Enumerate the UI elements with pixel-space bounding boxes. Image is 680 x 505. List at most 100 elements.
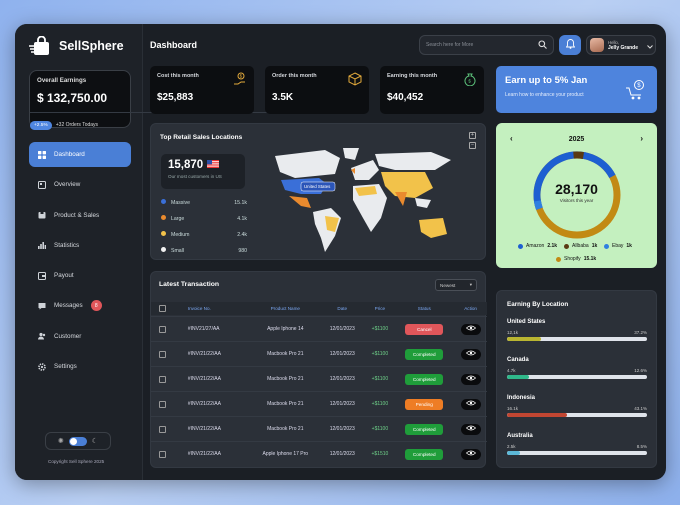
theme-switcher: ✺ ☾ <box>45 432 111 450</box>
sidebar-item-settings[interactable]: Settings <box>29 354 143 379</box>
sidebar-item-product-sales[interactable]: Product & Sales <box>29 203 143 228</box>
table-row[interactable]: #INV21/27/AA Apple Iphone 14 12/01/2023 +$1… <box>151 316 487 341</box>
table-row[interactable]: #INV/21/22/AA Macbook Pro 21 12/01/2023 +$1… <box>151 416 487 441</box>
table-row[interactable]: #INV/21/22/AA Macbook Pro 21 12/01/2023 +$1… <box>151 366 487 391</box>
promo-banner[interactable]: Earn up to 5% Jan Learn how to enhance y… <box>496 66 657 113</box>
sidebar-item-customer[interactable]: Customer <box>29 324 143 349</box>
zoom-in-button[interactable]: + <box>469 132 476 139</box>
legend-label: Amazon <box>526 243 545 249</box>
location-progress-bar <box>507 413 647 417</box>
sidebar-item-messages[interactable]: Messages 8 <box>29 293 143 318</box>
date-cell: 12/01/2023 <box>329 351 355 357</box>
bell-icon <box>565 36 575 54</box>
eye-icon <box>465 425 476 433</box>
location-item: Indonesia 16.1k 43.1% <box>507 395 647 417</box>
row-checkbox[interactable] <box>159 450 166 458</box>
search-icon[interactable] <box>538 39 547 51</box>
next-year-button[interactable]: › <box>640 134 643 143</box>
sidebar-item-label: Dashboard <box>54 151 85 158</box>
money-bag-icon: $ <box>463 72 477 87</box>
map-india <box>395 192 407 206</box>
theme-toggle[interactable] <box>68 436 87 446</box>
location-name: Australia <box>507 433 533 439</box>
column-header: Product Name <box>270 306 300 311</box>
sort-select[interactable]: Newest ▾ <box>435 279 477 291</box>
chevron-down-icon <box>647 36 653 54</box>
price-cell: +$1510 <box>371 451 389 457</box>
user-menu[interactable]: Hello, Jelly Grande <box>586 35 656 55</box>
year-label: 2025 <box>568 136 585 143</box>
date-cell: 12/01/2023 <box>329 376 355 382</box>
location-percent: 12.6% <box>634 368 647 373</box>
column-header: Invoice No. <box>187 306 211 311</box>
view-button[interactable] <box>460 423 481 435</box>
earnings-change-badge: +2.5% <box>30 120 52 130</box>
price-cell: +$1100 <box>371 326 389 332</box>
view-button[interactable] <box>460 323 481 335</box>
invoice-cell: #INV/21/22/AA <box>187 351 221 357</box>
gear-icon <box>38 362 46 371</box>
legend-label: Large <box>171 216 185 222</box>
search-input[interactable]: Search here for More <box>419 35 554 55</box>
date-cell: 12/01/2023 <box>329 326 355 332</box>
price-cell: +$1100 <box>371 351 389 357</box>
location-percent: 43.1% <box>634 406 647 411</box>
money-hand-icon: $ <box>233 72 247 86</box>
sun-icon[interactable]: ✺ <box>58 437 64 445</box>
invoice-cell: #INV/21/22/AA <box>187 376 221 382</box>
grid-icon <box>38 150 46 159</box>
legend-value: 1k <box>591 243 598 249</box>
row-checkbox[interactable] <box>159 375 166 383</box>
location-progress-fill <box>507 337 541 341</box>
table-row[interactable]: #INV/21/22/AA Apple Iphone 17 Pro 12/01/20… <box>151 441 487 466</box>
row-checkbox[interactable] <box>159 400 166 408</box>
message-icon <box>38 302 46 310</box>
table-row[interactable]: #INV/21/22/AA Macbook Pro 21 12/01/2023 +$1… <box>151 391 487 416</box>
location-progress-bar <box>507 375 647 379</box>
legend-label: Shopify <box>564 256 581 262</box>
price-cell: +$1100 <box>371 401 389 407</box>
map-tooltip-label: United States <box>304 184 331 189</box>
sidebar-item-label: Settings <box>54 363 77 371</box>
map-australia <box>419 218 447 238</box>
zoom-out-button[interactable]: − <box>469 142 476 149</box>
legend-label: Medium <box>171 232 190 238</box>
row-checkbox[interactable] <box>159 350 166 358</box>
legend-label: Allbaba <box>572 243 589 249</box>
bar-chart-icon <box>38 241 46 250</box>
price-cell: +$1100 <box>371 426 389 432</box>
sidebar-item-statistics[interactable]: Statistics <box>29 233 143 258</box>
brand-logo[interactable]: SellSphere <box>29 35 124 56</box>
top-visitors-box: 15,870 Our most customers in US <box>161 154 245 189</box>
row-checkbox[interactable] <box>159 325 166 333</box>
view-button[interactable] <box>460 398 481 410</box>
world-map[interactable]: United States <box>255 146 455 256</box>
moon-icon[interactable]: ☾ <box>92 437 98 445</box>
sidebar-item-label: Payout <box>54 272 74 280</box>
row-checkbox[interactable] <box>159 425 166 433</box>
earnings-title: Overall Earnings <box>37 77 87 84</box>
legend-item: Medium 2.4k <box>161 231 247 238</box>
status-badge: Cancel <box>405 323 444 335</box>
view-button[interactable] <box>460 448 481 460</box>
price-cell: +$1100 <box>371 376 389 382</box>
map-asia <box>381 172 433 198</box>
view-button[interactable] <box>460 348 481 360</box>
sort-value: Newest <box>440 282 456 288</box>
svg-text:$: $ <box>637 83 641 89</box>
view-button[interactable] <box>460 373 481 385</box>
legend-item: Amazon 2.1k <box>518 243 557 249</box>
latest-transactions-card: Latest Transaction Newest ▾ Invoice No. … <box>150 271 487 468</box>
sidebar-item-label: Messages <box>54 302 83 310</box>
table-row[interactable]: #INV/21/22/AA Macbook Pro 21 12/01/2023 +$1… <box>151 341 487 366</box>
users-icon <box>38 332 46 340</box>
earning-location-title: Earning By Location <box>507 301 569 308</box>
location-amount: 12,1k <box>507 330 519 335</box>
earnings-value: $ 132,750.00 <box>37 91 108 105</box>
sidebar-item-dashboard[interactable]: Dashboard <box>29 142 131 167</box>
sidebar-item-payout[interactable]: Payout <box>29 263 143 288</box>
notification-button[interactable] <box>559 35 581 55</box>
sidebar-item-overview[interactable]: Overview <box>29 172 143 197</box>
us-flag-icon <box>207 159 220 171</box>
select-all-checkbox[interactable] <box>159 305 166 312</box>
